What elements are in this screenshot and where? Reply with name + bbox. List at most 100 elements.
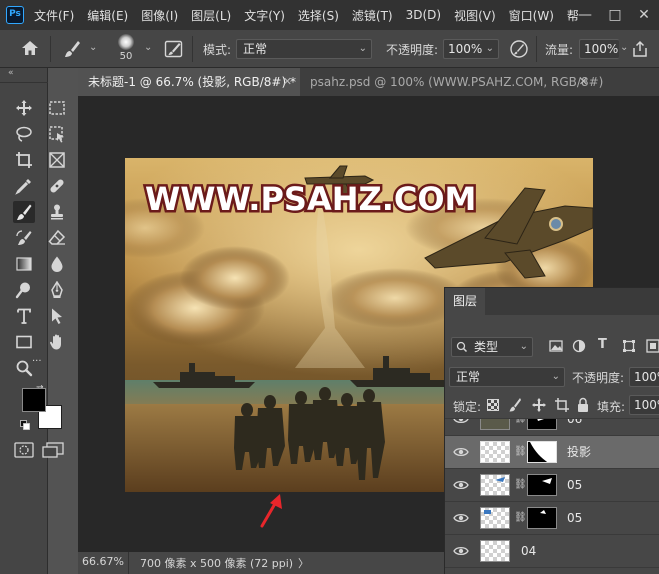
filter-pixel-icon[interactable] xyxy=(549,339,563,356)
blend-mode-dropdown[interactable]: 正常 ⌄ xyxy=(449,367,565,387)
foreground-color-swatch[interactable] xyxy=(22,388,46,412)
chevron-down-icon: ⌄ xyxy=(551,371,560,382)
menu-view[interactable]: 视图(V) xyxy=(454,7,496,24)
menu-filter[interactable]: 滤镜(T) xyxy=(352,7,393,24)
frame-tool-icon[interactable] xyxy=(46,149,68,171)
close-icon[interactable]: ✕ xyxy=(283,68,292,96)
menu-type[interactable]: 文字(Y) xyxy=(244,7,285,24)
layer-opacity-field[interactable]: 100% xyxy=(629,367,659,387)
menu-window[interactable]: 窗口(W) xyxy=(509,7,554,24)
visibility-eye-icon[interactable] xyxy=(453,445,469,459)
layer-row[interactable]: ⛓ 05 xyxy=(445,502,659,535)
history-brush-tool-icon[interactable] xyxy=(13,227,35,249)
mask-link-icon[interactable]: ⛓ xyxy=(514,446,527,459)
eyedropper-tool-icon[interactable] xyxy=(13,175,35,197)
menu-select[interactable]: 选择(S) xyxy=(298,7,339,24)
opacity-field[interactable]: 100% ⌄ xyxy=(443,39,499,59)
tab-psahz-psd[interactable]: psahz.psd @ 100% (WWW.PSAHZ.COM, RGB/8#)… xyxy=(300,68,659,96)
lasso-tool-icon[interactable] xyxy=(13,123,35,145)
layer-thumbnail[interactable] xyxy=(480,507,510,529)
close-window-button[interactable]: ✕ xyxy=(629,0,659,30)
share-icon[interactable] xyxy=(630,39,652,59)
filter-smart-object-icon[interactable] xyxy=(646,339,659,356)
brush-tip-icon[interactable] xyxy=(118,34,134,50)
chevron-down-icon[interactable]: ⌄ xyxy=(144,42,152,53)
pressure-opacity-icon[interactable] xyxy=(509,39,531,59)
zoom-level[interactable]: 66.67% xyxy=(82,555,124,568)
crop-tool-icon[interactable] xyxy=(13,149,35,171)
menu-edit[interactable]: 编辑(E) xyxy=(87,7,128,24)
mask-link-icon[interactable]: ⛓ xyxy=(514,512,527,525)
visibility-eye-icon[interactable] xyxy=(453,419,469,426)
healing-brush-tool-icon[interactable] xyxy=(46,175,68,197)
layer-row[interactable]: ⛓ 投影 xyxy=(445,436,659,469)
lock-transparent-icon[interactable] xyxy=(487,399,499,411)
move-tool-icon[interactable] xyxy=(13,97,35,119)
brush-tool-icon[interactable] xyxy=(13,201,35,223)
layer-mask-thumbnail[interactable] xyxy=(527,474,557,496)
layer-row[interactable]: ⛓ 06 xyxy=(445,419,659,436)
tab-untitled-1[interactable]: 未标题-1 @ 66.7% (投影, RGB/8#) * ✕ xyxy=(78,68,300,96)
flow-field[interactable]: 100% xyxy=(579,39,619,59)
eraser-tool-icon[interactable] xyxy=(46,227,68,249)
clone-stamp-tool-icon[interactable] xyxy=(46,201,68,223)
layer-filter-dropdown[interactable]: 类型 ⌄ xyxy=(451,337,533,357)
marquee-tool-icon[interactable] xyxy=(46,97,68,119)
status-menu-arrow[interactable]: 〉 xyxy=(298,555,309,571)
layer-row[interactable]: 04 xyxy=(445,535,659,568)
type-tool-icon[interactable] xyxy=(13,305,35,327)
layer-mask-thumbnail[interactable] xyxy=(527,419,557,430)
default-colors-icon[interactable] xyxy=(20,419,30,430)
layer-row[interactable]: ⛓ 05 xyxy=(445,469,659,502)
layer-thumbnail[interactable] xyxy=(480,474,510,496)
filter-shape-icon[interactable] xyxy=(622,339,636,356)
collapse-panel-icon[interactable]: « xyxy=(8,68,14,78)
lock-pixels-icon[interactable] xyxy=(508,397,522,416)
brush-settings-icon[interactable] xyxy=(164,39,186,59)
visibility-eye-icon[interactable] xyxy=(453,511,469,525)
photoshop-logo[interactable]: Ps xyxy=(6,6,24,24)
rectangle-tool-icon[interactable] xyxy=(13,331,35,353)
brush-preset-icon[interactable] xyxy=(62,39,84,59)
chevron-down-icon[interactable]: ⌄ xyxy=(89,42,97,53)
home-icon[interactable] xyxy=(20,39,42,59)
mode-dropdown[interactable]: 正常 ⌄ xyxy=(236,39,372,59)
chevron-down-icon[interactable]: ⌄ xyxy=(486,40,494,58)
visibility-eye-icon[interactable] xyxy=(453,478,469,492)
hand-tool-icon[interactable] xyxy=(46,331,68,353)
menu-layer[interactable]: 图层(L) xyxy=(191,7,231,24)
lock-all-icon[interactable] xyxy=(577,397,589,416)
dodge-tool-icon[interactable] xyxy=(13,279,35,301)
menu-3d[interactable]: 3D(D) xyxy=(406,8,441,22)
maximize-button[interactable]: □ xyxy=(600,0,630,30)
filter-type-icon[interactable]: T xyxy=(598,337,607,352)
layer-mask-thumbnail[interactable] xyxy=(527,441,557,463)
pen-tool-icon[interactable] xyxy=(46,279,68,301)
filter-adjustment-icon[interactable] xyxy=(572,339,586,356)
layer-thumbnail[interactable] xyxy=(480,419,510,430)
mask-link-icon[interactable]: ⛓ xyxy=(514,419,527,426)
layer-mask-thumbnail[interactable] xyxy=(527,507,557,529)
menu-file[interactable]: 文件(F) xyxy=(34,7,74,24)
layer-thumbnail[interactable] xyxy=(480,540,510,562)
blend-mode-value: 正常 xyxy=(456,370,481,384)
tab-layers[interactable]: 图层 xyxy=(445,288,485,315)
close-icon[interactable]: ✕ xyxy=(579,68,588,96)
quick-mask-icon[interactable] xyxy=(14,442,34,458)
layer-thumbnail[interactable] xyxy=(480,441,510,463)
blur-tool-icon[interactable] xyxy=(46,253,68,275)
gradient-tool-icon[interactable] xyxy=(13,253,35,275)
menu-image[interactable]: 图像(I) xyxy=(141,7,178,24)
visibility-eye-icon[interactable] xyxy=(453,544,469,558)
chevron-down-icon[interactable]: ⌄ xyxy=(620,42,628,53)
lock-artboard-icon[interactable] xyxy=(554,397,570,416)
minimize-button[interactable]: — xyxy=(570,0,600,30)
lock-position-icon[interactable] xyxy=(531,397,547,416)
screen-mode-icon[interactable] xyxy=(42,442,64,458)
divider xyxy=(50,36,51,62)
mask-link-icon[interactable]: ⛓ xyxy=(514,479,527,492)
object-selection-tool-icon[interactable] xyxy=(46,123,68,145)
path-selection-tool-icon[interactable] xyxy=(46,305,68,327)
fill-field[interactable]: 100% xyxy=(629,395,659,415)
ellipsis-icon[interactable]: ··· xyxy=(32,356,42,367)
